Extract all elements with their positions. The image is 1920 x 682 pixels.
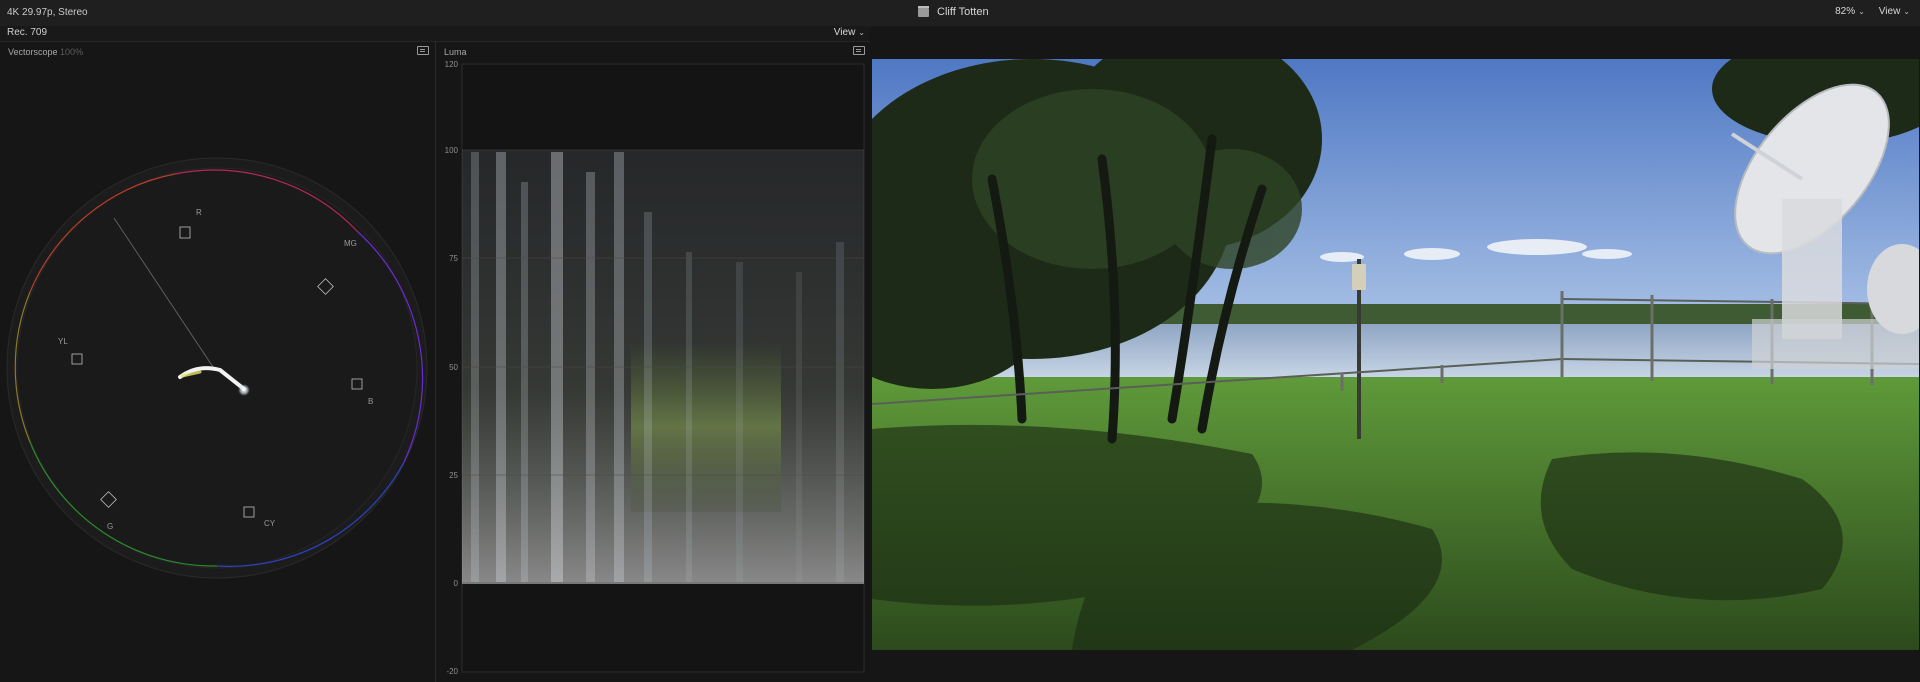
video-frame-image [872, 59, 1919, 650]
luma-waveform-display: 120 100 75 50 25 0 -20 [445, 60, 865, 676]
viewer-panel [871, 26, 1920, 682]
luma-tick-50: 50 [449, 363, 458, 372]
target-label-yl: YL [58, 337, 68, 346]
luma-tick-120: 120 [445, 60, 459, 69]
target-label-b: B [368, 397, 373, 406]
video-frame[interactable] [872, 59, 1919, 650]
scopes-header: Rec. 709 View ⌄ [0, 26, 870, 42]
viewer-view-dropdown[interactable]: View ⌄ [1879, 6, 1910, 17]
clapper-icon [918, 5, 929, 17]
colorspace-label: Rec. 709 [7, 27, 48, 38]
scope-settings-icon[interactable] [417, 46, 429, 55]
target-label-cy: CY [264, 519, 276, 528]
chevron-down-icon: ⌄ [1858, 7, 1865, 16]
sign-board [1352, 264, 1366, 290]
scopes-view-dropdown[interactable]: View ⌄ [834, 27, 865, 38]
luma-tick-75: 75 [449, 254, 458, 263]
top-bar: 4K 29.97p, Stereo Cliff Totten 82% ⌄ Vie… [0, 0, 1920, 27]
target-label-g: G [107, 522, 113, 531]
vectorscope-display: R MG YL B G CY [6, 157, 428, 579]
vectorscope-title: Vectorscope 100% [8, 47, 84, 57]
vectorscope-scale: 100% [60, 47, 84, 57]
luma-tick-minus20: -20 [446, 667, 458, 676]
luma-tick-25: 25 [449, 471, 458, 480]
vectorscope-trace-blob [238, 384, 250, 396]
luma-tick-100: 100 [445, 146, 459, 155]
project-title-area: Cliff Totten [918, 5, 989, 18]
luma-tick-0: 0 [454, 579, 459, 588]
chevron-down-icon: ⌄ [1903, 7, 1910, 16]
scopes-view-label: View [833, 27, 856, 38]
zoom-dropdown[interactable]: 82% ⌄ [1835, 6, 1865, 17]
luma-waveform-panel: Luma 120 100 75 50 25 0 -20 [435, 42, 871, 682]
viewer-controls: 82% ⌄ View ⌄ [1835, 6, 1910, 17]
chevron-down-icon: ⌄ [858, 28, 865, 37]
project-title: Cliff Totten [937, 6, 989, 18]
vectorscope-panel: R MG YL B G CY Vectorscope 100% [0, 42, 434, 682]
target-label-mg: MG [344, 239, 357, 248]
target-label-r: R [196, 208, 202, 217]
waveform-green-region [631, 342, 781, 512]
format-info: 4K 29.97p, Stereo [7, 7, 88, 18]
zoom-value: 82% [1835, 6, 1856, 17]
viewer-view-label: View [1878, 6, 1901, 17]
